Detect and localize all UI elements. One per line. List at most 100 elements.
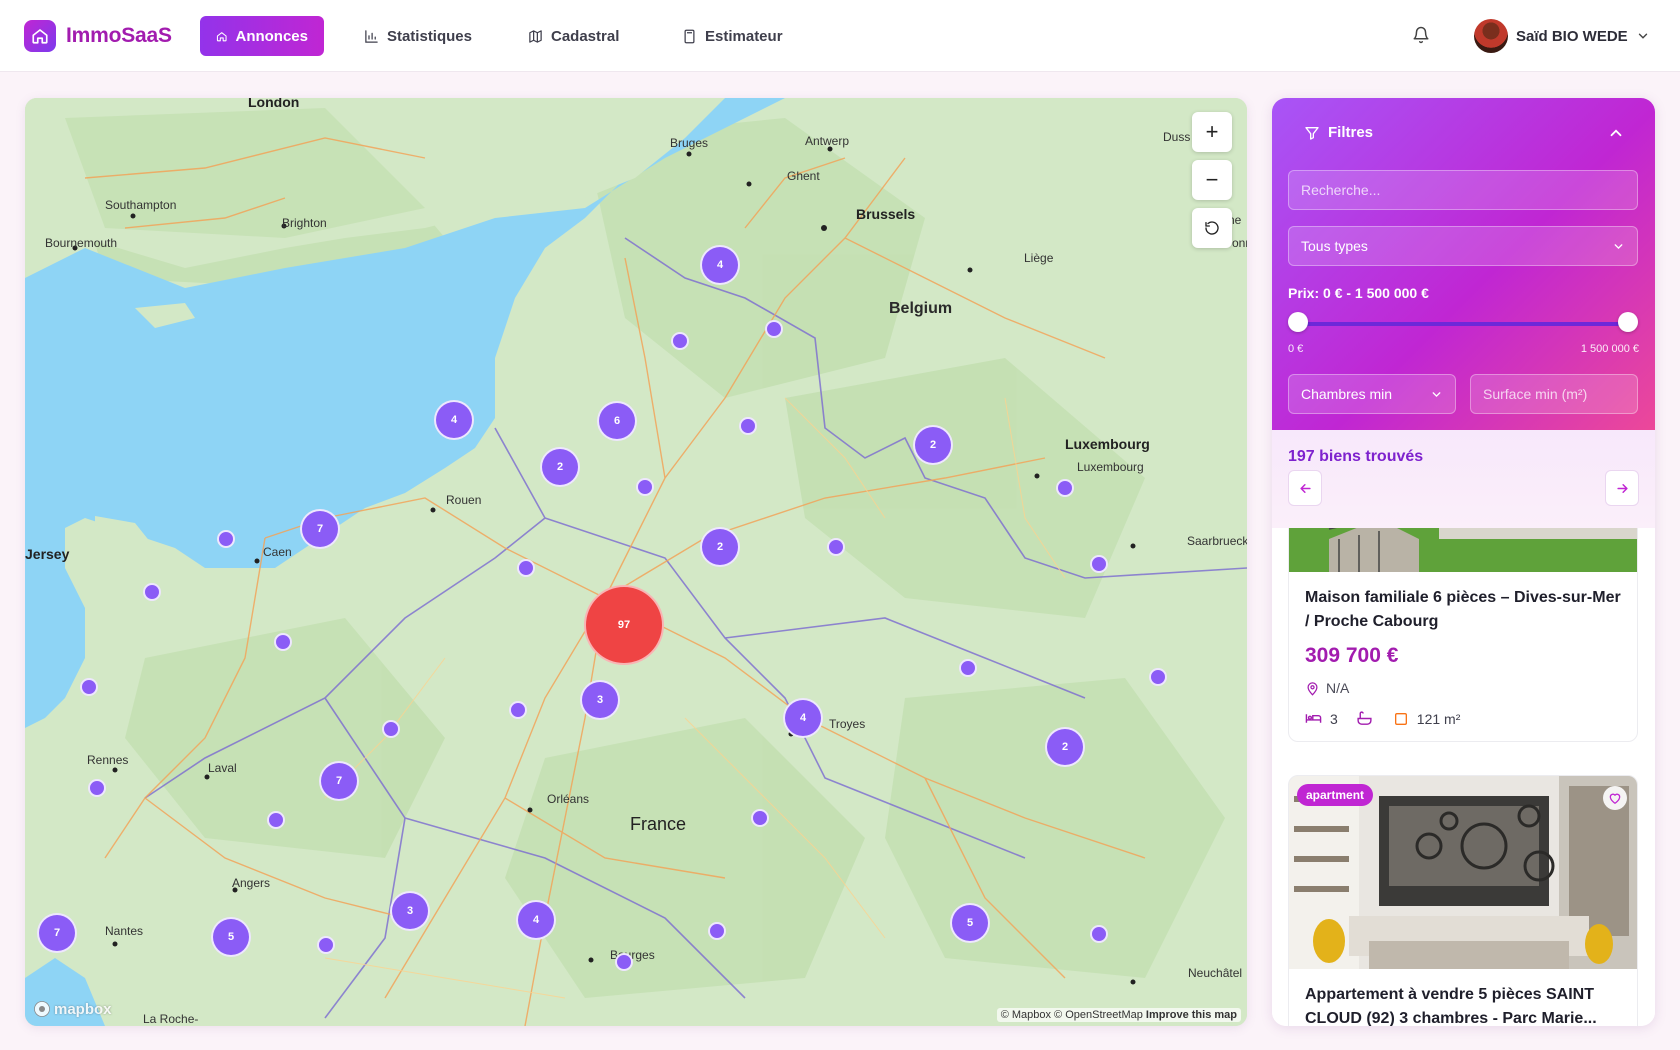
listing-image [1289, 528, 1637, 572]
map-cluster[interactable]: 7 [37, 913, 77, 953]
map-marker[interactable] [615, 953, 633, 971]
reset-view-button[interactable] [1192, 208, 1232, 248]
filters-section: Filtres Tous types Prix: 0 € - 1 500 000… [1272, 98, 1655, 430]
map-marker[interactable] [827, 538, 845, 556]
map-marker[interactable] [765, 320, 783, 338]
map-marker[interactable] [1090, 555, 1108, 573]
map-marker[interactable] [217, 530, 235, 548]
next-listing-button[interactable] [1605, 470, 1639, 506]
map-marker[interactable] [1090, 925, 1108, 943]
map-marker[interactable] [509, 701, 527, 719]
listing-bedrooms: 3 [1330, 710, 1338, 727]
map-marker[interactable] [80, 678, 98, 696]
search-input[interactable] [1288, 170, 1638, 210]
map-label-ghent: Ghent [787, 169, 820, 183]
map-label-caen: Caen [263, 545, 292, 559]
map-label-brussels: Brussels [856, 206, 916, 222]
map-marker[interactable] [143, 583, 161, 601]
filters-header[interactable]: Filtres [1304, 124, 1373, 141]
bedrooms-min-select[interactable]: Chambres min [1288, 374, 1456, 414]
notifications-bell-icon[interactable] [1412, 26, 1432, 46]
listings-list[interactable]: Maison familiale 6 pièces – Dives-sur-Me… [1272, 528, 1655, 1026]
map-cluster[interactable]: 4 [700, 245, 740, 285]
map-marker[interactable] [636, 478, 654, 496]
nav-tab-statistiques[interactable]: Statistiques [348, 16, 488, 56]
rotate-reset-icon [1205, 221, 1219, 235]
map-label-la-roche: La Roche- [143, 1012, 199, 1026]
map-marker[interactable] [1056, 479, 1074, 497]
mapbox-logo[interactable]: mapbox [33, 1000, 112, 1018]
prev-listing-button[interactable] [1288, 470, 1322, 506]
main-nav: Annonces Statistiques Cadastral Estimate… [200, 16, 806, 56]
map-marker[interactable] [1149, 668, 1167, 686]
results-count: 197 biens trouvés [1288, 448, 1424, 465]
map-cluster[interactable]: 5 [950, 903, 990, 943]
map-marker[interactable] [382, 720, 400, 738]
property-type-select[interactable]: Tous types [1288, 226, 1638, 266]
surface-icon [1394, 712, 1407, 725]
improve-map-link[interactable]: Improve this map [1146, 1009, 1237, 1021]
map-cluster[interactable]: 3 [580, 680, 620, 720]
map-cluster-large[interactable]: 97 [584, 585, 664, 665]
app-logo[interactable]: ImmoSaaS [24, 20, 172, 52]
map-cluster[interactable]: 4 [434, 400, 474, 440]
map-label-southampton: Southampton [105, 198, 177, 212]
price-slider-min-thumb[interactable] [1288, 312, 1308, 332]
nav-tab-estimateur[interactable]: Estimateur [666, 16, 806, 56]
chevron-down-icon [1638, 33, 1647, 39]
map-cluster[interactable]: 6 [597, 401, 637, 441]
map-cluster[interactable]: 2 [540, 447, 580, 487]
nav-tab-cadastral[interactable]: Cadastral [512, 16, 642, 56]
listing-card[interactable]: apartment Appartement à vendre 5 pièces … [1288, 775, 1638, 1026]
map-cluster[interactable]: 7 [319, 761, 359, 801]
map-marker[interactable] [88, 779, 106, 797]
map-label-orleans: Orléans [547, 792, 590, 806]
chevron-down-icon [1614, 243, 1623, 249]
map-marker[interactable] [739, 417, 757, 435]
map-marker[interactable] [959, 659, 977, 677]
price-max-label: 1 500 000 € [1580, 343, 1639, 355]
attribution-text[interactable]: © Mapbox © OpenStreetMap [1001, 1009, 1143, 1021]
user-menu[interactable]: Saïd BIO WEDE [1474, 19, 1650, 53]
map-label-rennes: Rennes [87, 753, 129, 767]
map-marker[interactable] [267, 811, 285, 829]
map-label-nantes: Nantes [105, 924, 144, 938]
map-icon [529, 29, 542, 43]
map-cluster[interactable]: 4 [516, 900, 556, 940]
chevron-up-icon[interactable] [1607, 124, 1625, 142]
map-marker[interactable] [751, 809, 769, 827]
map-label-angers: Angers [232, 876, 271, 890]
map-label-laval: Laval [208, 761, 237, 775]
price-min-label: 0 € [1288, 343, 1304, 355]
map-view[interactable]: London Bruges Antwerp Duss Ghent Brussel… [25, 98, 1247, 1026]
zoom-in-button[interactable]: + [1192, 112, 1232, 152]
zoom-out-button[interactable]: − [1192, 160, 1232, 200]
map-cluster[interactable]: 3 [390, 891, 430, 931]
map-marker[interactable] [671, 332, 689, 350]
nav-tab-annonces[interactable]: Annonces [200, 16, 324, 56]
arrow-left-icon [1299, 483, 1311, 493]
listing-surface: 121 m² [1416, 710, 1461, 727]
map-cluster[interactable]: 2 [700, 527, 740, 567]
bar-chart-icon [365, 29, 378, 43]
price-slider-track[interactable] [1298, 322, 1628, 326]
listing-card[interactable]: Maison familiale 6 pièces – Dives-sur-Me… [1288, 528, 1638, 742]
map-marker[interactable] [708, 922, 726, 940]
map-marker[interactable] [517, 559, 535, 577]
map-marker[interactable] [317, 936, 335, 954]
price-range-label: Prix: 0 € - 1 500 000 € [1288, 285, 1429, 301]
listing-title: Maison familiale 6 pièces – Dives-sur-Me… [1305, 589, 1621, 630]
map-cluster[interactable]: 2 [1045, 727, 1085, 767]
price-slider-max-thumb[interactable] [1618, 312, 1638, 332]
listing-price: 309 700 € [1305, 644, 1399, 667]
favorite-button[interactable] [1603, 786, 1627, 810]
map-attribution: © Mapbox © OpenStreetMap Improve this ma… [996, 1008, 1241, 1022]
user-name: Saïd BIO WEDE [1516, 27, 1628, 45]
map-cluster[interactable]: 4 [783, 698, 823, 738]
listing-location-text: N/A [1326, 680, 1350, 696]
surface-min-input[interactable] [1470, 374, 1638, 414]
map-cluster[interactable]: 2 [913, 425, 953, 465]
map-cluster[interactable]: 7 [300, 509, 340, 549]
map-cluster[interactable]: 5 [211, 917, 251, 957]
map-marker[interactable] [274, 633, 292, 651]
